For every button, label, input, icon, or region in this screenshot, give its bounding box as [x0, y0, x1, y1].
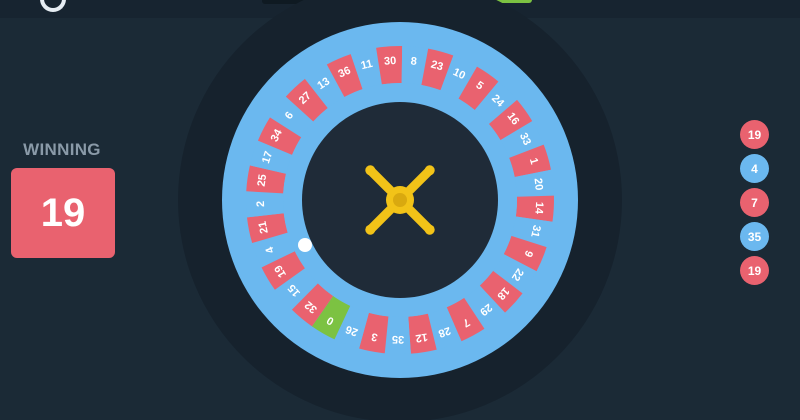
wheel-pocket-number: 21: [257, 220, 271, 234]
spinner-knob: [424, 165, 435, 176]
roulette-ball: [298, 238, 312, 252]
spinner-center-inner: [393, 193, 407, 207]
wheel-pocket-number: 25: [256, 173, 270, 187]
spinner-knob: [365, 224, 376, 235]
wheel-pocket-number: 14: [532, 201, 545, 215]
wheel-pocket-number: 20: [531, 178, 544, 192]
spinner-knob: [424, 224, 435, 235]
wheel-pocket-number: 30: [384, 55, 397, 68]
wheel-pocket-number: 12: [415, 330, 429, 344]
roulette-wheel: 032151942122517346271336 11 30 8 23105241633…: [178, 0, 622, 420]
spinner-knob: [365, 165, 376, 176]
wheel-pocket-number: 8: [410, 55, 417, 68]
wheel-pocket-number: 2: [255, 201, 267, 207]
wheel-pocket-number: 35: [392, 333, 404, 345]
